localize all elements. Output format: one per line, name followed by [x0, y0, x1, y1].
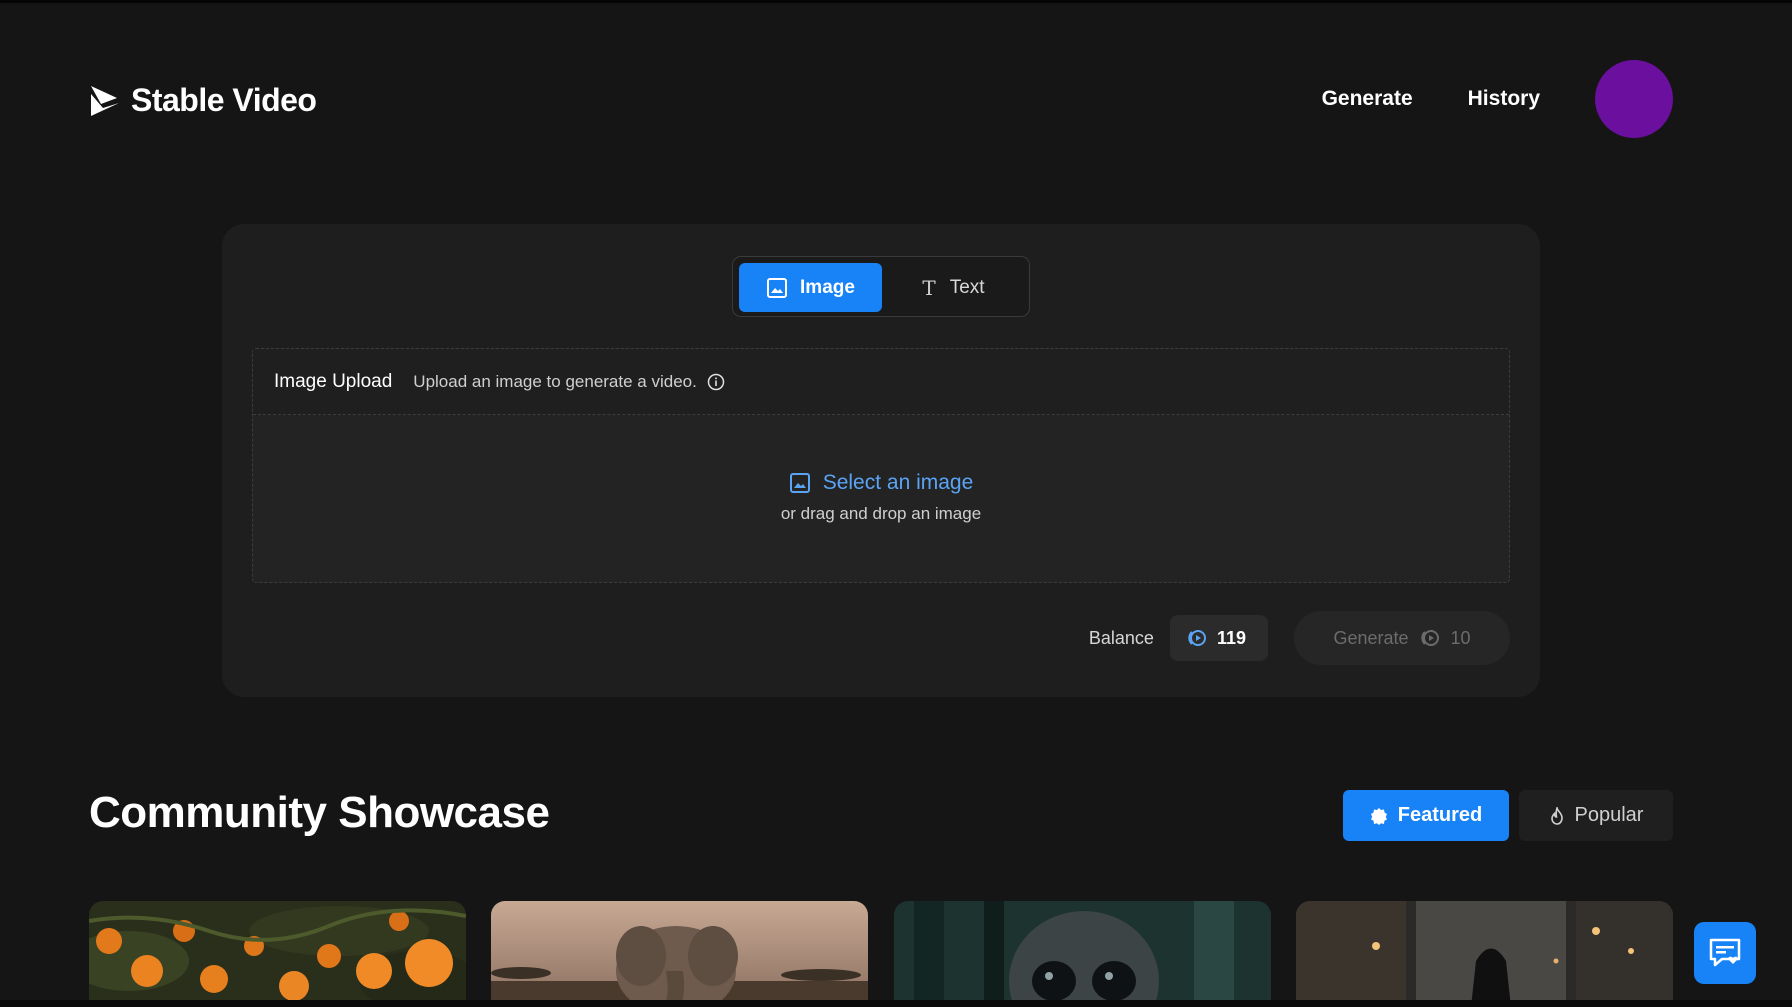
upload-description: Upload an image to generate a video. — [413, 371, 697, 391]
showcase-thumbnail-hooded-figure[interactable] — [1296, 901, 1673, 1007]
generate-button[interactable]: Generate 10 — [1294, 611, 1510, 665]
balance-row: Balance 119 Generate 10 — [1089, 611, 1510, 665]
filter-featured-button[interactable]: Featured — [1343, 790, 1509, 841]
image-icon — [767, 277, 788, 298]
generate-cost: 10 — [1450, 627, 1471, 648]
tab-text-label: Text — [949, 276, 985, 298]
chat-heart-icon — [1709, 938, 1741, 967]
elephant-image — [491, 901, 868, 1007]
top-nav: Generate History — [1322, 60, 1673, 138]
info-icon[interactable] — [707, 373, 725, 391]
brand-logo[interactable]: Stable Video — [89, 82, 317, 119]
upload-header: Image Upload Upload an image to generate… — [253, 349, 1509, 415]
page: Stable Video Generate History Image T Te… — [0, 0, 1792, 1007]
showcase-grid — [89, 901, 1673, 1007]
flame-icon — [1550, 806, 1563, 825]
credits-icon — [1420, 630, 1439, 646]
showcase-thumbnail-oranges[interactable] — [89, 901, 466, 1007]
image-upload-area[interactable]: Image Upload Upload an image to generate… — [252, 348, 1510, 583]
tab-text[interactable]: T Text — [882, 263, 1025, 312]
tab-image[interactable]: Image — [739, 263, 882, 312]
badge-icon — [1370, 807, 1387, 825]
credits-icon — [1188, 630, 1206, 646]
balance-label: Balance — [1088, 627, 1154, 648]
mode-toggle: Image T Text — [732, 256, 1030, 317]
generate-button-label: Generate — [1333, 627, 1409, 648]
chat-support-button[interactable] — [1694, 922, 1756, 984]
balance-value-pill: 119 — [1169, 615, 1268, 661]
filter-featured-label: Featured — [1397, 804, 1483, 826]
filter-popular-label: Popular — [1574, 804, 1644, 826]
text-icon: T — [922, 275, 936, 300]
select-image-row[interactable]: Select an image — [253, 471, 1509, 495]
hooded-figure-image — [1296, 901, 1673, 1007]
drag-drop-hint: or drag and drop an image — [780, 504, 982, 523]
nav-history-link[interactable]: History — [1468, 87, 1540, 111]
showcase-title: Community Showcase — [89, 788, 550, 837]
play-flag-icon — [91, 85, 119, 116]
bottom-border — [0, 1000, 1792, 1007]
brand-name: Stable Video — [131, 82, 317, 118]
top-border — [0, 0, 1792, 3]
showcase-thumbnail-elephant[interactable] — [491, 901, 868, 1007]
balance-value: 119 — [1216, 627, 1246, 648]
showcase-thumbnail-alien[interactable] — [894, 901, 1271, 1007]
upload-title: Image Upload — [274, 370, 393, 392]
header: Stable Video Generate History — [89, 60, 1673, 138]
dropzone[interactable]: Select an image or drag and drop an imag… — [253, 415, 1509, 582]
image-icon — [789, 473, 810, 493]
alien-image — [894, 901, 1271, 1007]
generator-card: Image T Text Image Upload Upload an imag… — [222, 224, 1540, 697]
tab-image-label: Image — [800, 276, 855, 298]
nav-generate-link[interactable]: Generate — [1322, 87, 1413, 111]
filter-popular-button[interactable]: Popular — [1519, 790, 1673, 841]
select-image-link[interactable]: Select an image — [823, 471, 974, 495]
user-avatar[interactable] — [1595, 60, 1673, 138]
oranges-image — [89, 901, 466, 1007]
